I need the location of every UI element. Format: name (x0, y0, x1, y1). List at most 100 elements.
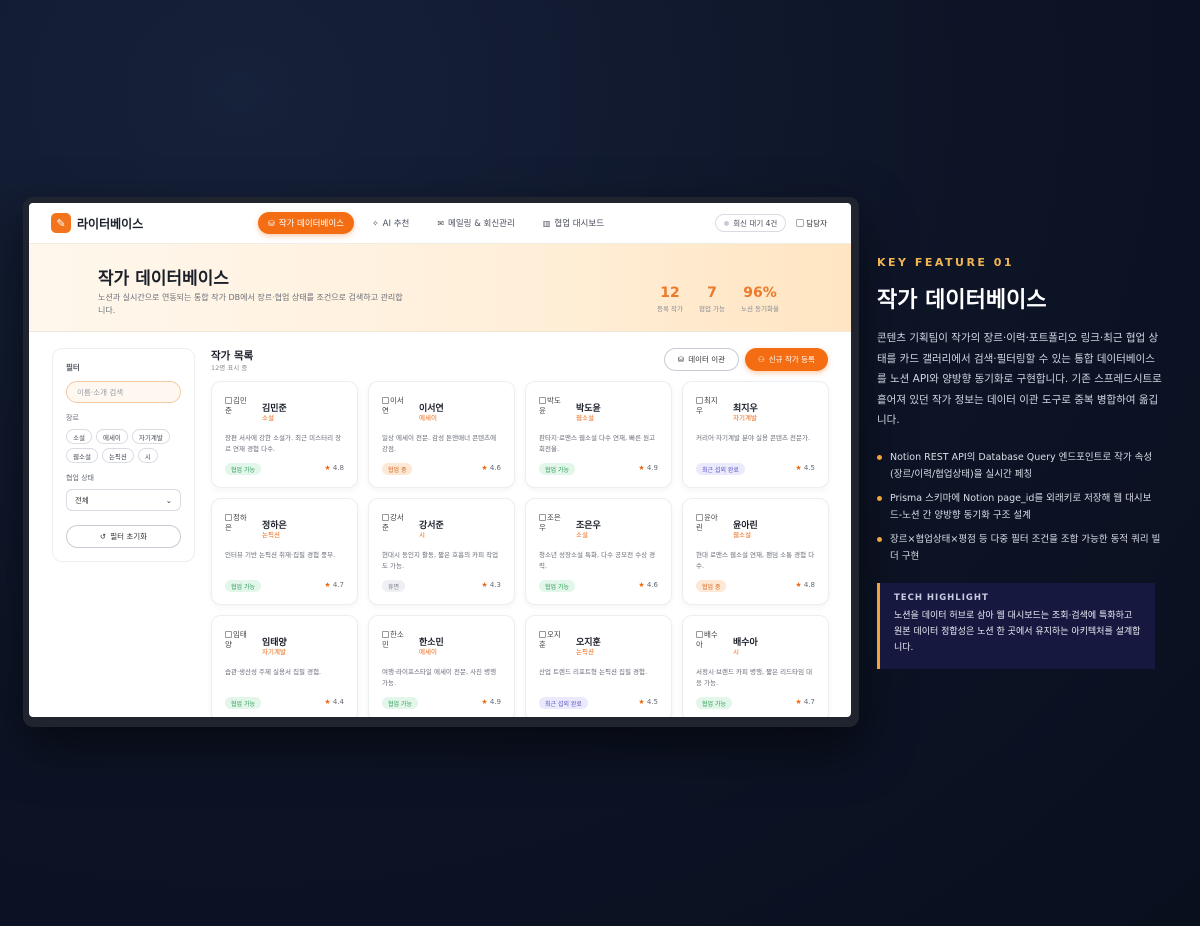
avatar-alt: 우 (696, 406, 703, 415)
user-avatar[interactable]: 담당자 (796, 218, 827, 229)
feature-bullet: Prisma 스키마에 Notion page_id를 외래키로 저장해 웹 대… (877, 490, 1162, 524)
search-input[interactable]: 이름·소개 검색 (66, 381, 181, 403)
avatar-alt: 윤 (539, 406, 546, 415)
chevron-down-icon: ⌄ (165, 495, 172, 505)
author-rating: ★ 4.9 (481, 698, 501, 706)
status-select-value: 전체 (75, 495, 89, 505)
avatar-alt: 김민 (233, 396, 247, 405)
star-icon: ★ (638, 698, 645, 706)
new-author-button[interactable]: ⚇ 신규 작가 등록 (745, 348, 828, 371)
rating-value: 4.4 (332, 698, 344, 706)
broken-image-icon (225, 397, 232, 404)
rating-value: 4.9 (646, 464, 658, 472)
stat-label: 협업 가능 (699, 305, 725, 313)
feature-eyebrow: KEY FEATURE 01 (877, 256, 1015, 269)
star-icon: ★ (481, 464, 488, 472)
author-card[interactable]: 한소 민 한소민 에세이 여행·라이프스타일 에세이 전문, 사진 병행 가능. 협업 가… (368, 615, 515, 717)
author-card[interactable]: 오지 훈 오지훈 논픽션 산업 트렌드 리포트형 논픽션 집필 경험. 최근 섭외 완료 ★… (525, 615, 672, 717)
nav-item-ai-recommend[interactable]: ✧ AI 추천 (362, 212, 419, 234)
avatar-alt: 배수 (704, 630, 718, 639)
author-rating: ★ 4.8 (795, 581, 815, 589)
app-name: 라이터베이스 (77, 216, 144, 231)
rating-value: 4.5 (646, 698, 658, 706)
status-badge: 협업 중 (382, 463, 413, 475)
author-genre: 자기계발 (733, 414, 757, 422)
broken-image-icon (696, 397, 703, 404)
author-card[interactable]: 배수 아 배수아 시 서정시·브랜드 카피 병행, 짧은 리드타임 대응 가능. 협업 가… (682, 615, 829, 717)
author-genre: 소설 (576, 531, 588, 539)
genre-chip[interactable]: 소설 (66, 429, 92, 444)
avatar-alt: 민 (382, 640, 389, 649)
author-card[interactable]: 김민 준 김민준 소설 장편 서사에 강한 소설가. 최근 미스터리 장르 연재 경험 … (211, 381, 358, 488)
add-user-icon: ⚇ (758, 355, 765, 364)
author-description: 장편 서사에 강한 소설가. 최근 미스터리 장르 연재 경험 다수. (225, 434, 342, 453)
status-badge: 협업 중 (696, 580, 727, 592)
author-description: 산업 트렌드 리포트형 논픽션 집필 경험. (539, 668, 648, 676)
reply-wait-pill[interactable]: 회신 대기 4건 (715, 214, 787, 232)
status-select[interactable]: 전체 ⌄ (66, 489, 181, 511)
broken-image-icon (539, 397, 546, 404)
rating-value: 4.9 (489, 698, 501, 706)
author-genre: 자기계발 (262, 648, 286, 656)
genre-chip[interactable]: 에세이 (95, 429, 128, 444)
avatar-alt: 린 (696, 523, 703, 532)
nav-item-mailing[interactable]: ✉ 메일링 & 회신관리 (427, 212, 524, 234)
new-author-label: 신규 작가 등록 (768, 355, 815, 364)
app-window: ✎ 라이터베이스 ⛁ 작가 데이터베이스 ✧ AI 추천 ✉ 메일링 & 회신관… (23, 197, 859, 727)
reset-filter-button[interactable]: ↺ 필터 초기화 (66, 525, 181, 548)
author-card[interactable]: 정하 은 정하은 논픽션 인터뷰 기반 논픽션 취재·집필 경험 풍부. 협업 가능 ★ 4… (211, 498, 358, 605)
author-avatar: 배수 아 (696, 630, 720, 650)
genre-chip[interactable]: 자기계발 (131, 429, 170, 444)
nav-right: 회신 대기 4건 담당자 (715, 214, 827, 232)
status-badge: 협업 가능 (696, 697, 732, 709)
rating-value: 4.6 (489, 464, 501, 472)
star-icon: ★ (324, 464, 331, 472)
avatar-alt: 준 (382, 523, 389, 532)
author-card[interactable]: 윤아 린 윤아린 웹소설 현대 로맨스 웹소설 연재, 팬덤 소통 경험 다수. 협업 중… (682, 498, 829, 605)
genre-label: 장르 (66, 414, 79, 422)
genre-chip[interactable]: 웹소설 (66, 448, 98, 463)
author-card[interactable]: 강서 준 강서준 시 현대시 동인지 활동, 짧은 호흡의 카피 작업도 가능. 휴면 ★ … (368, 498, 515, 605)
mail-icon: ✉ (437, 218, 445, 228)
data-migrate-button[interactable]: ⛁ 데이터 이관 (664, 348, 739, 371)
star-icon: ★ (795, 581, 802, 589)
broken-image-icon (539, 631, 546, 638)
avatar-alt: 최지 (704, 396, 718, 405)
author-card[interactable]: 박도 윤 박도윤 웹소설 판타지·로맨스 웹소설 다수 연재, 빠른 원고 회전율. 협업… (525, 381, 672, 488)
author-genre: 시 (733, 648, 739, 656)
stat-label: 등록 작가 (657, 305, 683, 313)
status-badge: 협업 가능 (539, 463, 575, 475)
author-genre: 웹소설 (576, 414, 594, 422)
author-genre: 웹소설 (733, 531, 751, 539)
author-card[interactable]: 이서 연 이서연 에세이 일상 에세이 전문. 감성 톤앤매너 콘텐츠에 강점. 협업 중… (368, 381, 515, 488)
status-badge: 최근 섭외 완료 (539, 697, 588, 709)
stat-value: 96% (743, 285, 777, 301)
author-genre: 에세이 (419, 648, 437, 656)
avatar-alt: 정하 (233, 513, 247, 522)
genre-chip[interactable]: 시 (137, 448, 158, 463)
broken-image-icon (696, 514, 703, 521)
author-genre: 소설 (262, 414, 274, 422)
nav-item-collab-dashboard[interactable]: ▥ 협업 대시보드 (533, 212, 614, 234)
rating-value: 4.7 (803, 698, 815, 706)
rating-value: 4.8 (803, 581, 815, 589)
feature-bullet: 장르×협업상태×평점 등 다중 필터 조건을 조합 가능한 동적 쿼리 빌더 구… (877, 531, 1162, 565)
author-rating: ★ 4.7 (795, 698, 815, 706)
broken-image-icon (382, 631, 389, 638)
broken-image-icon (225, 631, 232, 638)
author-card[interactable]: 최지 우 최지우 자기계발 커리어·자기계발 분야 실용 콘텐츠 전문가. 최근 섭외 완… (682, 381, 829, 488)
filter-panel: 필터 이름·소개 검색 장르 소설 에세이 자기계발 웹소설 논픽션 시 협업 … (52, 348, 195, 562)
author-card[interactable]: 임태 양 임태양 자기계발 습관·생산성 주제 실용서 집필 경험. 협업 가능 ★ 4.4 (211, 615, 358, 717)
tech-highlight-box: TECH HIGHLIGHT 노션을 데이터 허브로 삼아 웹 대시보드는 조회… (877, 583, 1155, 669)
author-avatar: 조은 우 (539, 513, 563, 533)
genre-chip[interactable]: 논픽션 (101, 448, 134, 463)
avatar-alt: 우 (539, 523, 546, 532)
app-screen: ✎ 라이터베이스 ⛁ 작가 데이터베이스 ✧ AI 추천 ✉ 메일링 & 회신관… (29, 203, 851, 717)
author-avatar: 윤아 린 (696, 513, 720, 533)
status-dot-icon (724, 220, 730, 226)
avatar-alt: 오지 (547, 630, 561, 639)
nav-item-author-db[interactable]: ⛁ 작가 데이터베이스 (258, 212, 354, 234)
author-card[interactable]: 조은 우 조은우 소설 청소년 성장소설 특화, 다수 공모전 수상 경력. 협업 가능 ★… (525, 498, 672, 605)
avatar-alt: 은 (225, 523, 232, 532)
avatar-alt: 양 (225, 640, 232, 649)
